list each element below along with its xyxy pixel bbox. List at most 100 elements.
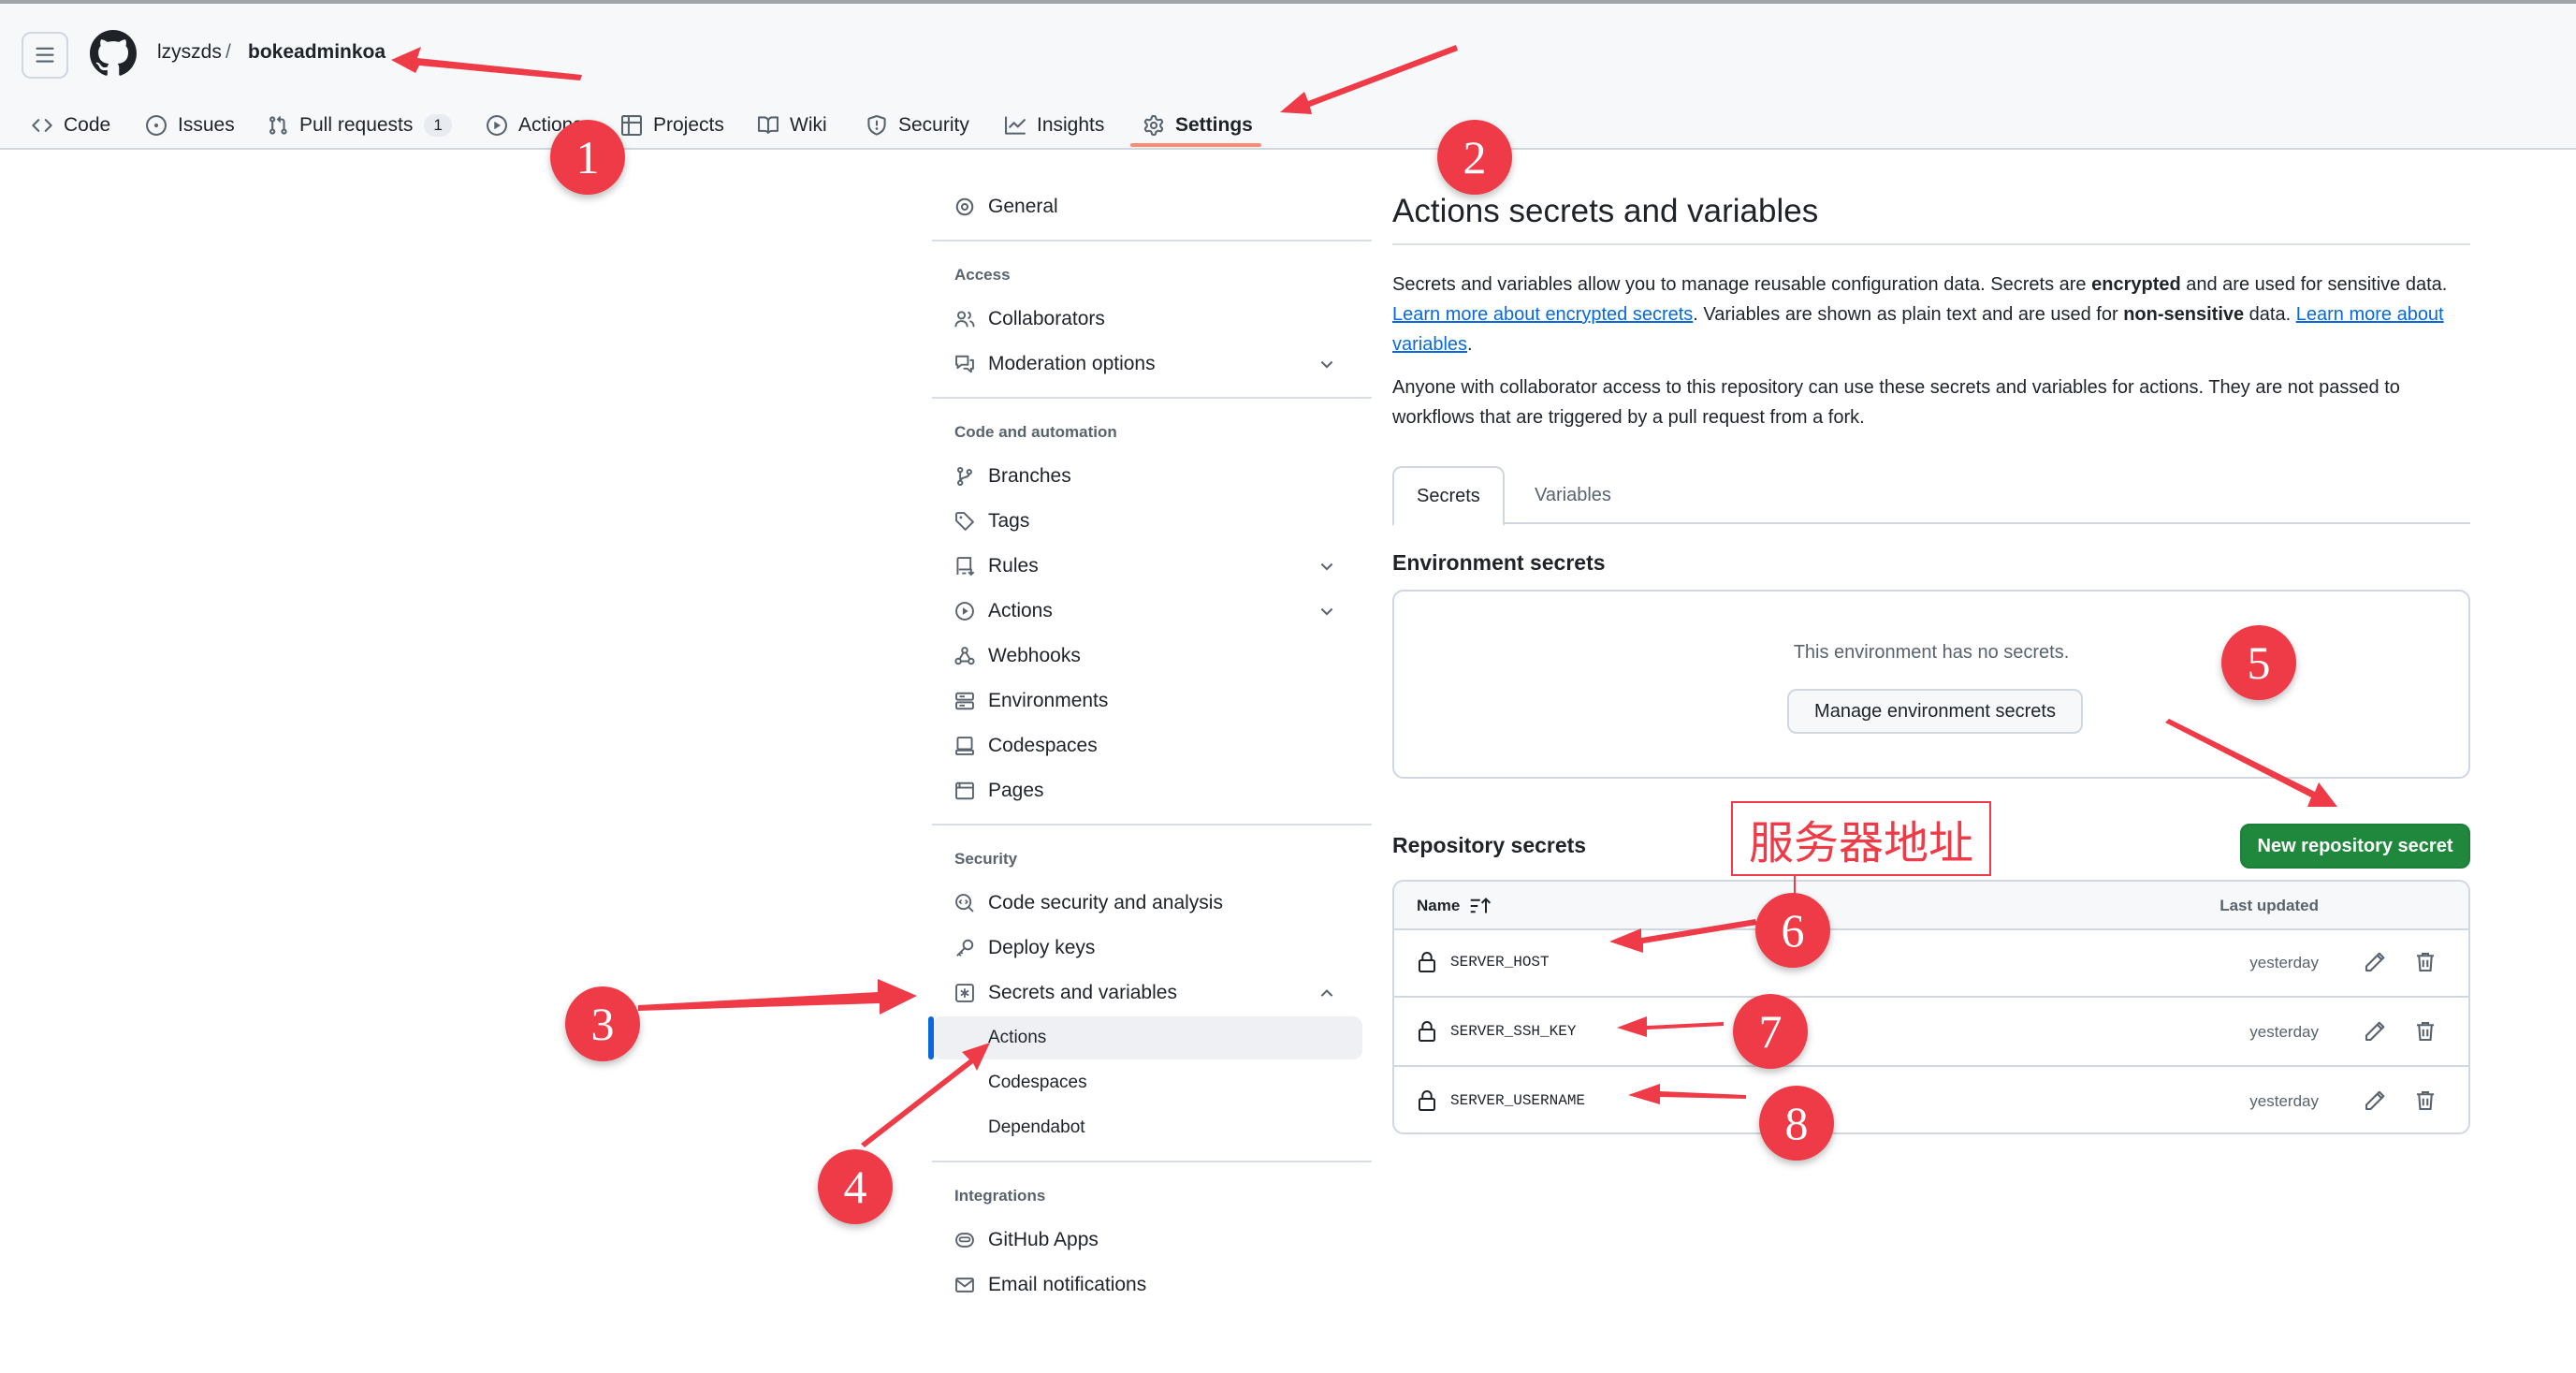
- tab-code[interactable]: Code: [32, 99, 110, 152]
- sidebar-item-code-security[interactable]: Code security and analysis: [932, 882, 1362, 925]
- sidebar-item-email-notifications[interactable]: Email notifications: [932, 1263, 1362, 1307]
- sidebar-item-label: Moderation options: [988, 353, 1156, 374]
- manage-environment-secrets-button[interactable]: Manage environment secrets: [1787, 689, 2083, 734]
- new-repository-secret-button[interactable]: New repository secret: [2240, 824, 2470, 869]
- github-logo-icon[interactable]: [90, 30, 137, 77]
- sidebar-item-webhooks[interactable]: Webhooks: [932, 635, 1362, 678]
- sidebar-item-github-apps[interactable]: GitHub Apps: [932, 1219, 1362, 1262]
- tab-pull-requests[interactable]: Pull requests 1: [268, 99, 452, 152]
- sidebar-subitem-codespaces[interactable]: Codespaces: [932, 1061, 1362, 1104]
- sidebar-item-label: Dependabot: [988, 1117, 1085, 1137]
- sidebar-item-pages[interactable]: Pages: [932, 769, 1362, 812]
- secret-name: SERVER_HOST: [1450, 954, 1550, 971]
- trash-icon[interactable]: [2414, 951, 2437, 973]
- sidebar-subitem-dependabot[interactable]: Dependabot: [932, 1106, 1362, 1149]
- annotation-badge: 1: [550, 120, 625, 195]
- mail-icon: [955, 1278, 974, 1293]
- sidebar-subitem-actions[interactable]: Actions: [928, 1016, 1362, 1059]
- sidebar-item-secrets-variables[interactable]: Secrets and variables: [932, 971, 1362, 1015]
- intro-text: data.: [2244, 304, 2296, 325]
- sidebar-item-label: Deploy keys: [988, 937, 1096, 958]
- trash-icon[interactable]: [2414, 1089, 2437, 1112]
- pencil-icon[interactable]: [2364, 1089, 2386, 1112]
- tab-variables[interactable]: Variables: [1512, 466, 1634, 524]
- selected-tab-indicator: [1130, 143, 1261, 147]
- book-icon: [758, 116, 779, 134]
- sidebar-item-label: Collaborators: [988, 308, 1105, 329]
- annotation-badge: 3: [565, 986, 640, 1061]
- table-header: Name Last updated: [1394, 882, 2468, 930]
- sidebar-item-environments[interactable]: Environments: [932, 679, 1362, 723]
- annotation-badge: 5: [2221, 625, 2296, 700]
- server-icon: [955, 692, 974, 710]
- table-row: SERVER_HOST yesterday: [1394, 930, 2468, 998]
- link-encrypted-secrets[interactable]: Learn more about encrypted secrets: [1392, 304, 1693, 325]
- intro-emphasis: encrypted: [2091, 274, 2181, 295]
- sidebar-divider: [932, 824, 1372, 825]
- tab-insights[interactable]: Insights: [1005, 99, 1104, 152]
- tab-pull-requests-label: Pull requests: [299, 114, 414, 136]
- trash-icon[interactable]: [2414, 1020, 2437, 1043]
- chevron-down-icon: [1320, 607, 1333, 616]
- browser-icon: [955, 781, 974, 800]
- sidebar-item-tags[interactable]: Tags: [932, 500, 1362, 543]
- repository-secrets-title: Repository secrets: [1392, 833, 1587, 857]
- webhook-icon: [954, 647, 975, 665]
- sidebar-item-codespaces[interactable]: Codespaces: [932, 724, 1362, 767]
- sidebar-item-general[interactable]: General: [932, 185, 1362, 228]
- play-icon: [955, 602, 974, 621]
- secret-updated: yesterday: [2249, 1092, 2319, 1110]
- annotation-badge: 2: [1437, 120, 1512, 195]
- gear-icon: [1143, 115, 1164, 136]
- column-name-header[interactable]: Name: [1417, 897, 1493, 915]
- pull-request-icon: [269, 115, 287, 135]
- breadcrumb-repo[interactable]: bokeadminkoa: [248, 41, 386, 64]
- tab-security[interactable]: Security: [866, 99, 969, 152]
- tab-wiki-label: Wiki: [790, 114, 827, 136]
- breadcrumb-owner[interactable]: lzyszds: [157, 41, 222, 64]
- menu-button[interactable]: [22, 32, 68, 79]
- sidebar-item-branches[interactable]: Branches: [932, 455, 1362, 498]
- codespaces-icon: [955, 737, 974, 755]
- hamburger-icon: [36, 47, 54, 63]
- sidebar-item-label: General: [988, 196, 1058, 217]
- pull-requests-count: 1: [424, 114, 452, 137]
- secret-name: SERVER_SSH_KEY: [1450, 1023, 1577, 1040]
- sidebar-item-deploy-keys[interactable]: Deploy keys: [932, 927, 1362, 970]
- annotation-badge: 8: [1759, 1086, 1834, 1161]
- sidebar-item-rules[interactable]: Rules: [932, 545, 1362, 588]
- sidebar-item-label: Codespaces: [988, 1073, 1087, 1092]
- sidebar-item-label: Tags: [988, 510, 1030, 532]
- branch-icon: [957, 466, 972, 487]
- active-item-indicator: [928, 1016, 934, 1059]
- column-name-label: Name: [1417, 897, 1461, 914]
- gear-icon: [955, 197, 974, 216]
- pencil-icon[interactable]: [2364, 951, 2386, 973]
- tab-secrets[interactable]: Secrets: [1392, 466, 1505, 526]
- environment-empty-message: This environment has no secrets.: [1793, 642, 2070, 663]
- sidebar-item-label: Webhooks: [988, 645, 1081, 666]
- key-asterisk-icon: [955, 984, 974, 1002]
- chevron-down-icon: [1320, 360, 1333, 369]
- sidebar-divider: [932, 397, 1372, 399]
- pencil-icon[interactable]: [2364, 1020, 2386, 1043]
- intro-text: Secrets and variables allow you to manag…: [1392, 274, 2092, 295]
- tab-issues[interactable]: Issues: [146, 99, 235, 152]
- repo-nav: Code Issues Pull requests 1 Actions Proj…: [0, 99, 1310, 152]
- sidebar-item-label: GitHub Apps: [988, 1229, 1099, 1250]
- tab-wiki[interactable]: Wiki: [758, 99, 827, 152]
- sidebar-item-collaborators[interactable]: Collaborators: [932, 298, 1362, 341]
- tab-projects[interactable]: Projects: [621, 99, 724, 152]
- annotation-badge: 4: [818, 1149, 893, 1224]
- lock-icon: [1419, 952, 1435, 972]
- collaborator-note: Anyone with collaborator access to this …: [1392, 377, 2400, 428]
- chevron-up-icon: [1320, 989, 1333, 997]
- sidebar-item-label: Actions: [988, 600, 1053, 621]
- secrets-variables-tabs: Secrets Variables: [1392, 466, 2470, 526]
- sidebar-item-actions[interactable]: Actions: [932, 590, 1362, 633]
- annotation-badge: 6: [1755, 893, 1830, 968]
- title-divider: [1392, 243, 2470, 245]
- table-row: SERVER_USERNAME yesterday: [1394, 1069, 2468, 1132]
- sidebar-item-moderation[interactable]: Moderation options: [932, 343, 1362, 386]
- play-icon: [487, 115, 507, 136]
